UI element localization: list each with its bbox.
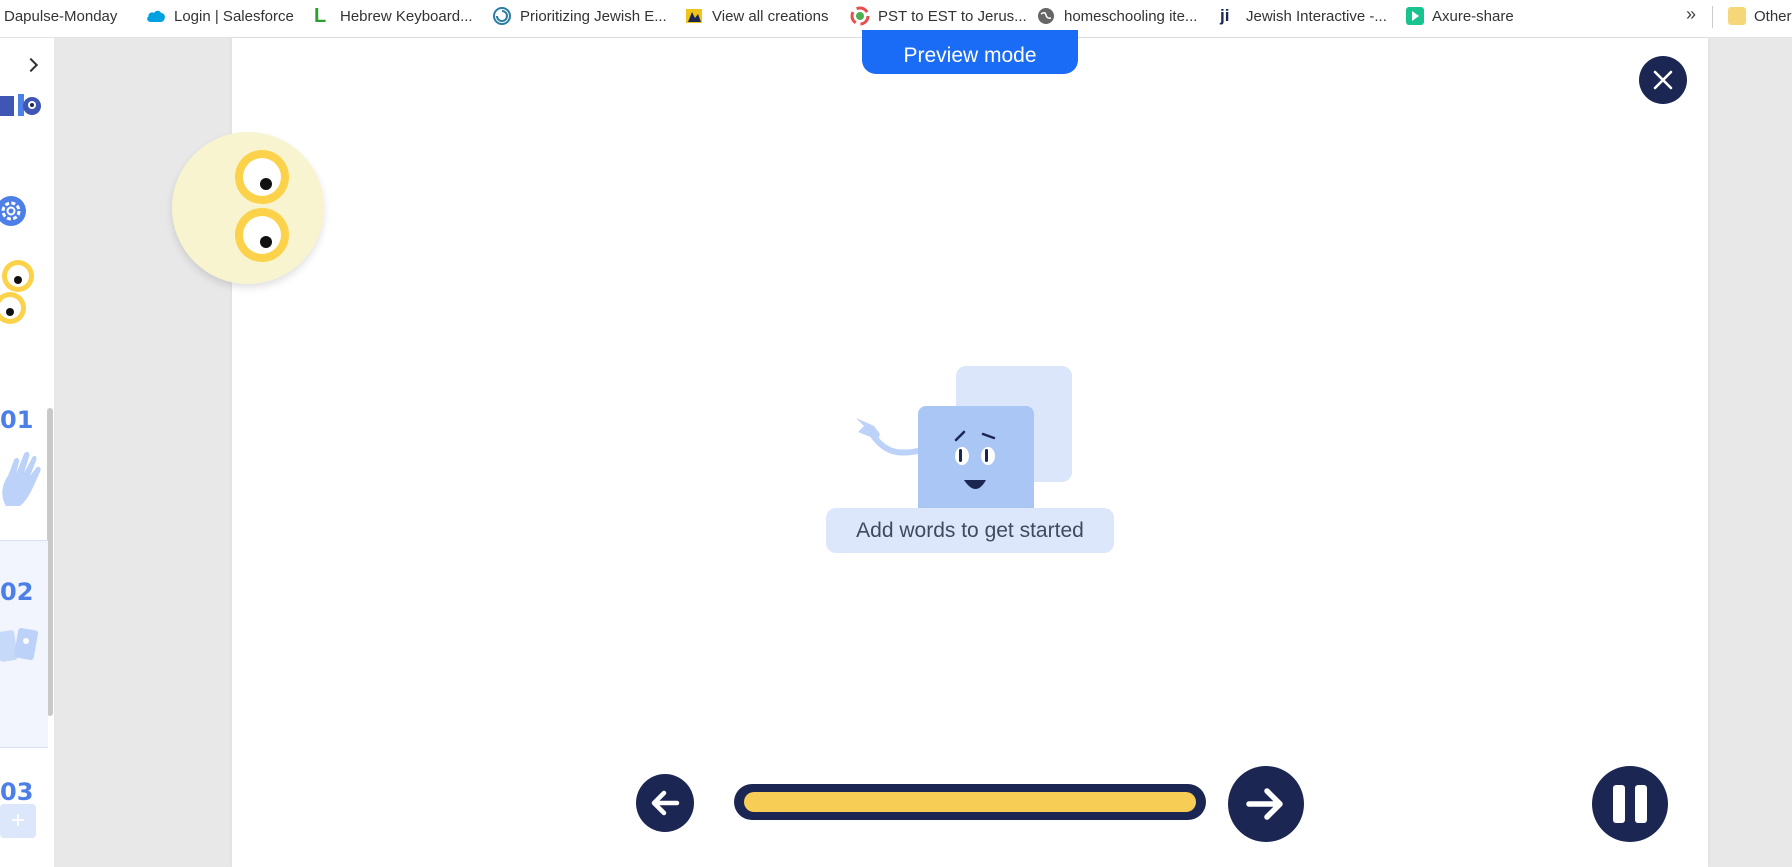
bookmark-jewish-interactive[interactable]: ji Jewish Interactive -... [1220,0,1387,32]
bookmark-hebrew-keyboard[interactable]: L Hebrew Keyboard... [314,0,473,32]
folder-icon [1728,7,1746,25]
slide-number: 03 [0,778,34,806]
mascot-character[interactable] [172,132,324,284]
bookmark-label: Jewish Interactive -... [1246,7,1387,25]
progress-bar [734,784,1206,820]
progress-fill [744,792,1196,812]
game-canvas: Preview mode Add words to get started [172,30,1708,867]
pause-icon [1613,785,1625,823]
bookmark-label: Dapulse-Monday [4,7,118,25]
close-icon [1653,70,1673,90]
cards-icon [0,627,38,662]
slide-number: 02 [0,578,34,606]
bookmark-label: View all creations [712,7,829,25]
plus-icon[interactable]: + [0,804,36,838]
chevron-right-icon[interactable] [23,57,39,73]
salesforce-cloud-icon [147,10,165,22]
slides-sidebar: 01 02 03 + [0,38,55,867]
bookmarks-divider [1712,6,1713,28]
bookmark-other[interactable]: Other [1728,0,1792,32]
axure-play-icon [1406,7,1424,25]
slide-divider [0,747,48,748]
gear-icon[interactable] [0,194,28,228]
bookmark-label: Prioritizing Jewish E... [520,7,667,25]
app-logo [0,94,41,116]
bookmark-salesforce[interactable]: Login | Salesforce [146,0,294,32]
slide-thumb-02[interactable]: 02 [0,541,48,747]
pause-button[interactable] [1592,766,1668,842]
bookmark-view-all-creations[interactable]: View all creations [684,0,828,32]
mascot-eyes [235,150,289,262]
bookmark-label: Hebrew Keyboard... [340,7,473,25]
slide-number: 01 [0,406,34,434]
bookmark-axure-share[interactable]: Axure-share [1406,0,1514,32]
wave-hand-icon [2,451,41,506]
ji-icon: ji [1220,6,1230,25]
next-button[interactable] [1228,766,1304,842]
globe-icon [1038,8,1054,24]
arrow-right-icon [1246,788,1283,820]
preview-mode-badge: Preview mode [862,30,1078,74]
bookmarks-overflow-button[interactable]: » [1686,4,1696,25]
creations-icon [686,9,702,23]
bookmark-label: Other [1754,7,1792,25]
previous-button[interactable] [636,774,694,832]
spiral-icon [493,7,511,25]
empty-state-illustration [856,366,1072,508]
bookmark-prioritizing[interactable]: Prioritizing Jewish E... [492,0,667,32]
lexilogos-l-icon: L [314,4,327,27]
close-button[interactable] [1639,56,1687,104]
bookmark-label: PST to EST to Jerus... [878,7,1027,25]
pause-icon [1635,785,1647,823]
bookmark-homeschooling[interactable]: homeschooling ite... [1036,0,1197,32]
mascot-eyes-icon[interactable] [0,256,40,328]
bookmark-label: Login | Salesforce [174,7,294,25]
arrow-left-icon [651,790,680,816]
timezone-clock-icon [850,6,870,26]
empty-state-message: Add words to get started [826,508,1114,553]
bookmark-label: homeschooling ite... [1064,7,1198,25]
bookmark-label: Axure-share [1432,7,1514,25]
bookmark-monday[interactable]: Dapulse-Monday [4,0,117,32]
bookmark-pst-est[interactable]: PST to EST to Jerus... [850,0,1027,32]
